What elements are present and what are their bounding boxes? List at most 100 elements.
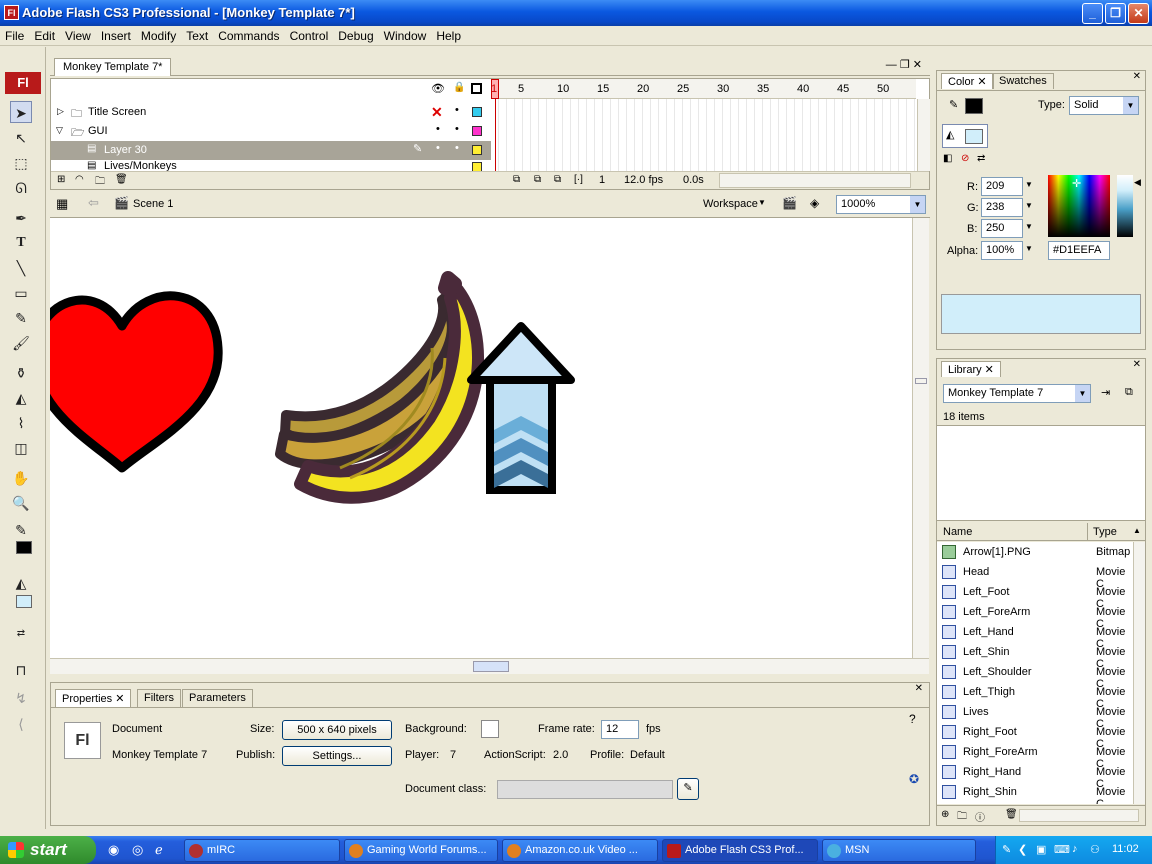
frame-grid[interactable] <box>491 99 916 171</box>
list-item[interactable]: Right_Hand Movie C <box>939 762 1133 790</box>
tab-swatches[interactable]: Swatches <box>992 73 1054 89</box>
chevron-down-icon[interactable]: ▼ <box>910 196 925 213</box>
layer-color-swatch[interactable] <box>472 145 482 155</box>
menu-commands[interactable]: Commands <box>213 26 284 43</box>
swap-colors-icon[interactable]: ⇄ <box>977 153 985 164</box>
list-item[interactable]: Right_Foot Movie C <box>939 722 1133 750</box>
list-item[interactable]: Arrow[1].PNG Bitmap <box>939 542 1133 562</box>
subselection-tool-icon[interactable]: ↖ <box>10 127 32 149</box>
snap-to-objects-icon[interactable]: ⊓ <box>10 659 32 681</box>
chevron-down-icon[interactable]: ▼ <box>1025 222 1033 231</box>
list-item[interactable]: Left_ForeArm Movie C <box>939 602 1133 630</box>
title-bar[interactable]: Fl Adobe Flash CS3 Professional - [Monke… <box>0 0 1152 26</box>
edit-symbols-icon[interactable]: ◈ <box>810 196 819 210</box>
media-player-icon[interactable]: ◎ <box>132 842 143 858</box>
eyedropper-tool-icon[interactable]: ⌇ <box>10 412 32 434</box>
menu-file[interactable]: File <box>0 26 29 43</box>
list-item[interactable]: Right_ForeArm Movie C <box>939 742 1133 770</box>
maximize-button[interactable]: ❐ <box>1105 3 1126 24</box>
eye-icon[interactable]: 👁 <box>431 82 445 95</box>
tray-network-icon[interactable]: ⌨ <box>1054 843 1070 856</box>
lock-dot[interactable]: • <box>455 104 459 116</box>
menu-modify[interactable]: Modify <box>136 26 181 43</box>
tab-color[interactable]: Color ✕ <box>941 73 994 89</box>
stroke-color-swatch[interactable] <box>16 541 32 554</box>
stroke-color-icon[interactable]: ✎ <box>10 519 32 541</box>
properties-icon[interactable]: ⓘ <box>975 809 985 824</box>
ie-quicklaunch-icon[interactable]: ℯ <box>155 842 163 858</box>
stage-hscroll[interactable] <box>50 658 929 674</box>
lock-dot[interactable]: • <box>455 142 459 154</box>
edit-multiple-frames-icon[interactable]: ⧉ <box>554 174 561 185</box>
timeline-vscroll[interactable] <box>917 99 930 171</box>
blue-input[interactable]: 250 <box>981 219 1023 238</box>
text-tool-icon[interactable]: T <box>10 232 32 254</box>
back-arrow-icon[interactable]: ⇦ <box>88 195 99 211</box>
edit-class-pencil-icon[interactable]: ✎ <box>677 778 699 800</box>
timeline-hscroll[interactable] <box>719 173 911 188</box>
hidden-x-icon[interactable]: ✕ <box>431 104 443 121</box>
chevron-down-icon[interactable]: ▼ <box>1123 97 1138 114</box>
collapse-arrow-icon[interactable]: ▽ <box>56 125 63 136</box>
menu-debug[interactable]: Debug <box>333 26 378 43</box>
sort-icon[interactable]: ▲ <box>1133 526 1141 535</box>
panel-close-icon[interactable]: ✕ <box>1133 71 1141 82</box>
delete-layer-icon[interactable]: 🗑 <box>115 174 128 185</box>
hscroll-thumb[interactable] <box>473 661 509 672</box>
swap-colors-icon[interactable]: ⇄ <box>10 623 32 645</box>
lasso-tool-icon[interactable]: ᘏ <box>10 177 32 199</box>
menu-edit[interactable]: Edit <box>29 26 60 43</box>
fill-selector[interactable]: ◭ <box>942 124 988 148</box>
stage-vscroll[interactable] <box>912 218 929 658</box>
list-item[interactable]: Left_Thigh Movie C <box>939 682 1133 710</box>
list-item[interactable]: Left_Shoulder Movie C <box>939 662 1133 690</box>
free-transform-tool-icon[interactable]: ⬚ <box>10 152 32 174</box>
new-symbol-icon[interactable]: ⊕ <box>941 809 949 820</box>
clock[interactable]: 11:02 <box>1112 843 1139 855</box>
line-tool-icon[interactable]: ╲ <box>10 257 32 279</box>
document-class-input[interactable] <box>497 780 673 799</box>
tray-volume-icon[interactable]: ♪ <box>1072 843 1078 855</box>
hand-tool-icon[interactable]: ✋ <box>10 467 32 489</box>
delete-icon[interactable]: 🗑 <box>1005 809 1018 820</box>
green-input[interactable]: 238 <box>981 198 1023 217</box>
task-flash[interactable]: Adobe Flash CS3 Prof... <box>662 839 818 862</box>
pencil-tool-icon[interactable]: ✎ <box>10 307 32 329</box>
eraser-tool-icon[interactable]: ◫ <box>10 437 32 459</box>
panel-close-icon[interactable]: ✕ <box>915 683 923 694</box>
visibility-dot[interactable]: • <box>436 123 440 135</box>
tab-library[interactable]: Library ✕ <box>941 361 1001 377</box>
tab-parameters[interactable]: Parameters <box>182 689 253 707</box>
no-color-icon[interactable]: ⊘ <box>961 153 969 164</box>
visibility-dot[interactable]: • <box>436 142 440 154</box>
pin-library-icon[interactable]: ⇥ <box>1101 386 1110 399</box>
library-document-dropdown[interactable]: Monkey Template 7 ▼ <box>943 384 1091 403</box>
brightness-slider[interactable] <box>1117 175 1133 237</box>
layer-color-swatch[interactable] <box>472 107 482 117</box>
onion-skin-icon[interactable]: ⧉ <box>513 174 520 185</box>
tab-filters[interactable]: Filters <box>137 689 181 707</box>
list-item[interactable]: Left_Hand Movie C <box>939 622 1133 650</box>
menu-help[interactable]: Help <box>431 26 466 43</box>
list-item[interactable]: Left_Shin Movie C <box>939 642 1133 670</box>
help-icon[interactable]: ? <box>909 712 916 726</box>
color-spectrum[interactable]: ✛ <box>1048 175 1110 237</box>
layer-color-swatch[interactable] <box>472 162 482 171</box>
col-type[interactable]: Type <box>1093 526 1117 538</box>
list-item[interactable]: Lives Movie C <box>939 702 1133 730</box>
paint-bucket-tool-icon[interactable]: ◭ <box>10 387 32 409</box>
rectangle-tool-icon[interactable]: ▭ <box>10 282 32 304</box>
stage-artwork[interactable] <box>50 218 912 658</box>
library-hscroll[interactable] <box>1019 809 1139 822</box>
zoom-dropdown[interactable]: 1000% ▼ <box>836 195 926 214</box>
chevron-down-icon[interactable]: ▼ <box>1025 201 1033 210</box>
flash-app-icon[interactable]: Fl <box>4 5 19 20</box>
tab-properties[interactable]: Properties ✕ <box>55 689 132 707</box>
list-item[interactable]: Right_Shin Movie C <box>939 782 1133 804</box>
pen-tool-icon[interactable]: ✒ <box>10 207 32 229</box>
tray-pencil-icon[interactable]: ✎ <box>1002 843 1011 856</box>
panel-close-icon[interactable]: ✕ <box>1133 359 1141 370</box>
start-button[interactable]: start <box>0 836 96 864</box>
panel-controls-icon[interactable]: — ❐ ✕ <box>886 58 922 71</box>
firefox-quicklaunch-icon[interactable]: ◉ <box>108 842 119 858</box>
